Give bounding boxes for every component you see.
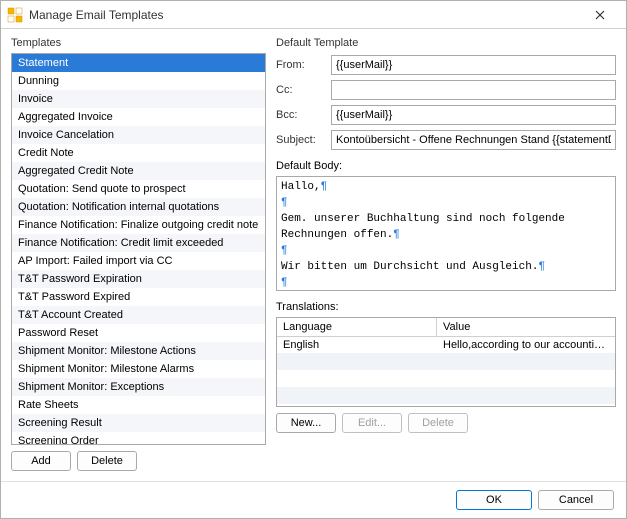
templates-buttons: Add Delete bbox=[11, 451, 266, 471]
translation-row[interactable]: EnglishHello,according to our accounting… bbox=[277, 337, 615, 353]
templates-panel: Templates StatementDunningInvoiceAggrega… bbox=[11, 37, 266, 471]
template-item[interactable]: AP Import: Failed import via CC bbox=[12, 252, 265, 270]
bcc-input[interactable] bbox=[331, 105, 616, 125]
translations-header: Language Value bbox=[277, 318, 615, 337]
titlebar: Manage Email Templates bbox=[1, 1, 626, 29]
template-item[interactable]: Aggregated Credit Note bbox=[12, 162, 265, 180]
detail-panel: Default Template From: Cc: Bcc: Subject:… bbox=[276, 37, 616, 471]
template-item[interactable]: T&T Password Expiration bbox=[12, 270, 265, 288]
subject-input[interactable] bbox=[331, 130, 616, 150]
template-item[interactable]: Quotation: Notification internal quotati… bbox=[12, 198, 265, 216]
translations-label: Translations: bbox=[276, 301, 616, 313]
close-icon[interactable] bbox=[580, 2, 620, 28]
template-item[interactable]: Shipment Monitor: Milestone Actions bbox=[12, 342, 265, 360]
col-language: Language bbox=[277, 318, 437, 336]
dialog-footer: OK Cancel bbox=[1, 481, 626, 518]
cc-label: Cc: bbox=[276, 84, 331, 96]
table-row bbox=[277, 370, 615, 387]
template-item[interactable]: Shipment Monitor: Exceptions bbox=[12, 378, 265, 396]
dialog-content: Templates StatementDunningInvoiceAggrega… bbox=[1, 29, 626, 481]
app-icon bbox=[7, 7, 23, 23]
template-item[interactable]: Dunning bbox=[12, 72, 265, 90]
from-input[interactable] bbox=[331, 55, 616, 75]
new-translation-button[interactable]: New... bbox=[276, 413, 336, 433]
col-value: Value bbox=[437, 318, 615, 336]
template-item[interactable]: Password Reset bbox=[12, 324, 265, 342]
templates-label: Templates bbox=[11, 37, 266, 49]
edit-translation-button[interactable]: Edit... bbox=[342, 413, 402, 433]
template-item[interactable]: Finance Notification: Credit limit excee… bbox=[12, 234, 265, 252]
translations-table[interactable]: Language Value EnglishHello,according to… bbox=[276, 317, 616, 407]
template-item[interactable]: Statement bbox=[12, 54, 265, 72]
header-fields: From: Cc: Bcc: Subject: bbox=[276, 55, 616, 150]
template-item[interactable]: T&T Password Expired bbox=[12, 288, 265, 306]
from-label: From: bbox=[276, 59, 331, 71]
template-item[interactable]: Screening Result bbox=[12, 414, 265, 432]
window-title: Manage Email Templates bbox=[29, 8, 580, 22]
template-item[interactable]: Invoice bbox=[12, 90, 265, 108]
table-row bbox=[277, 387, 615, 404]
default-template-label: Default Template bbox=[276, 37, 616, 49]
bcc-label: Bcc: bbox=[276, 109, 331, 121]
template-item[interactable]: Invoice Cancelation bbox=[12, 126, 265, 144]
cancel-button[interactable]: Cancel bbox=[538, 490, 614, 510]
template-item[interactable]: Screening Order bbox=[12, 432, 265, 445]
manage-templates-dialog: Manage Email Templates Templates Stateme… bbox=[0, 0, 627, 519]
body-textarea[interactable]: Hallo,¶ ¶ Gem. unserer Buchhaltung sind … bbox=[276, 176, 616, 291]
template-item[interactable]: T&T Account Created bbox=[12, 306, 265, 324]
ok-button[interactable]: OK bbox=[456, 490, 532, 510]
cc-input[interactable] bbox=[331, 80, 616, 100]
template-item[interactable]: Credit Note bbox=[12, 144, 265, 162]
template-item[interactable]: Aggregated Invoice bbox=[12, 108, 265, 126]
body-label: Default Body: bbox=[276, 160, 616, 172]
subject-label: Subject: bbox=[276, 134, 331, 146]
delete-translation-button[interactable]: Delete bbox=[408, 413, 468, 433]
template-item[interactable]: Quotation: Send quote to prospect bbox=[12, 180, 265, 198]
add-button[interactable]: Add bbox=[11, 451, 71, 471]
translations-body: EnglishHello,according to our accounting… bbox=[277, 337, 615, 404]
template-item[interactable]: Shipment Monitor: Milestone Alarms bbox=[12, 360, 265, 378]
table-row bbox=[277, 353, 615, 370]
translations-buttons: New... Edit... Delete bbox=[276, 413, 616, 433]
template-item[interactable]: Rate Sheets bbox=[12, 396, 265, 414]
delete-button[interactable]: Delete bbox=[77, 451, 137, 471]
templates-list[interactable]: StatementDunningInvoiceAggregated Invoic… bbox=[11, 53, 266, 445]
template-item[interactable]: Finance Notification: Finalize outgoing … bbox=[12, 216, 265, 234]
